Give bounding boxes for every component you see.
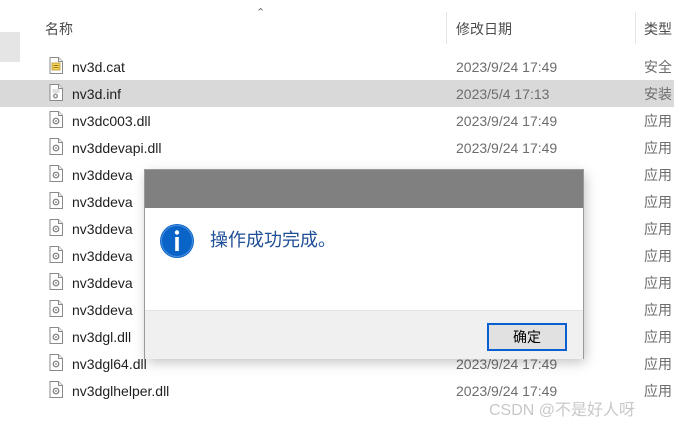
file-type: 应用 [644,356,672,372]
column-header-type[interactable]: 类型 [644,20,672,38]
file-name: nv3dgl.dll [72,329,132,345]
file-row[interactable]: nv3ddevapi.dll 2023/9/24 17:49 应用 [0,134,674,161]
dialog-body [145,208,583,310]
file-type: 安装 [644,86,672,102]
file-modified-date: 2023/9/24 17:49 [456,113,558,129]
message-dialog: 操作成功完成。 确定 [145,170,583,359]
dll-file-icon [49,381,63,398]
file-type: 应用 [644,302,672,318]
dialog-message: 操作成功完成。 [210,230,336,250]
dialog-title-bar[interactable] [145,170,583,208]
file-type: 安全 [644,59,672,75]
dll-file-icon [49,300,63,317]
file-type: 应用 [644,383,672,399]
column-header-date[interactable]: 修改日期 [456,20,512,38]
file-row[interactable]: nv3dglhelper.dll 2023/9/24 17:49 应用 [0,377,674,404]
file-type: 应用 [644,167,672,183]
ok-button[interactable]: 确定 [487,323,567,351]
file-name: nv3d.inf [72,86,122,102]
dll-file-icon [49,165,63,182]
file-row[interactable]: nv3d.inf 2023/5/4 17:13 安装 [0,80,674,107]
catalog-file-icon [49,57,63,74]
file-row[interactable]: nv3d.cat 2023/9/24 17:49 安全 [0,53,674,80]
setup-info-file-icon [49,84,63,101]
file-name: nv3dc003.dll [72,113,151,129]
column-header-bar: ⌃ 名称 修改日期 类型 [20,0,674,50]
dll-file-icon [49,192,63,209]
file-name: nv3ddeva [72,221,133,237]
dll-file-icon [49,138,63,155]
watermark-text: CSDN @不是好人呀 [489,402,636,419]
file-row[interactable]: nv3dc003.dll 2023/9/24 17:49 应用 [0,107,674,134]
file-name: nv3dgl64.dll [72,356,147,372]
dll-file-icon [49,327,63,344]
file-name: nv3ddeva [72,275,133,291]
dll-file-icon [49,354,63,371]
file-type: 应用 [644,275,672,291]
file-name: nv3d.cat [72,59,125,75]
file-modified-date: 2023/9/24 17:49 [456,59,558,75]
file-type: 应用 [644,140,672,156]
dll-file-icon [49,219,63,236]
file-modified-date: 2023/9/24 17:49 [456,140,558,156]
file-modified-date: 2023/9/24 17:49 [456,383,558,399]
file-type: 应用 [644,221,672,237]
file-type: 应用 [644,194,672,210]
file-modified-date: 2023/5/4 17:13 [456,86,550,102]
column-header-name[interactable]: 名称 [45,20,73,38]
file-name: nv3ddevapi.dll [72,140,162,156]
dll-file-icon [49,246,63,263]
column-divider[interactable] [446,12,447,44]
file-type: 应用 [644,113,672,129]
file-name: nv3ddeva [72,194,133,210]
file-type: 应用 [644,248,672,264]
sort-ascending-icon: ⌃ [256,7,266,19]
dll-file-icon [49,111,63,128]
file-name: nv3dglhelper.dll [72,383,170,399]
file-name: nv3ddeva [72,248,133,264]
info-icon [160,224,194,258]
file-type: 应用 [644,329,672,345]
column-divider[interactable] [635,12,636,44]
dll-file-icon [49,273,63,290]
file-name: nv3ddeva [72,167,133,183]
file-name: nv3ddeva [72,302,133,318]
